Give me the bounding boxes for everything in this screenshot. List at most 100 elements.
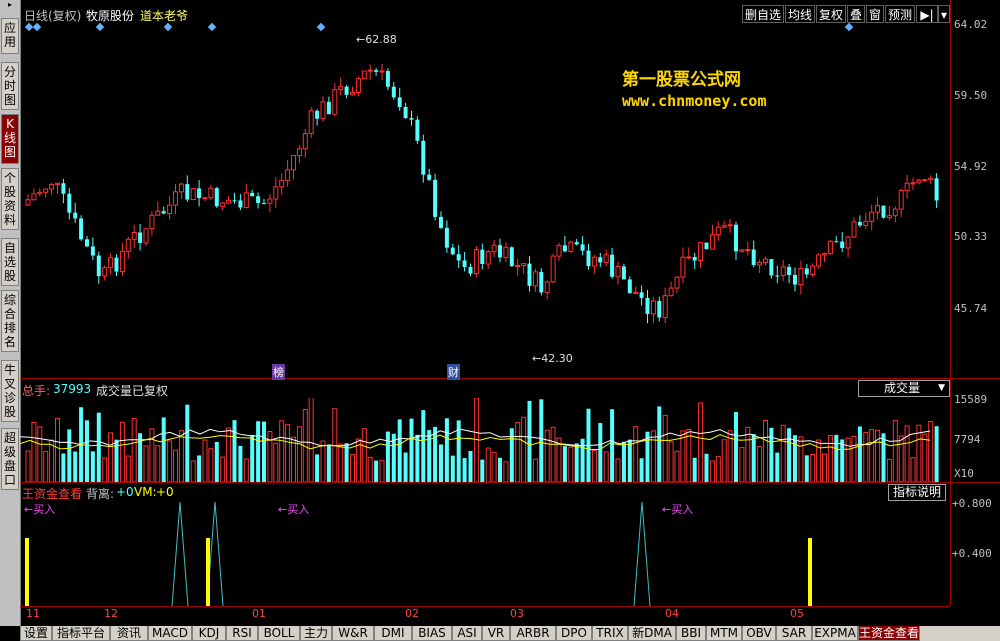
volume-bar [462,458,467,482]
indicator-tab[interactable]: DMI [374,626,412,641]
indicator-tab[interactable]: TRIX [592,626,628,641]
volume-bar [397,419,402,482]
low-price-annotation: ←42.30 [532,352,573,365]
volume-indicator-select[interactable]: 成交量 ▼ [858,380,950,397]
candle-body [267,198,273,204]
time-axis-label: 03 [510,607,524,620]
volume-bar [61,453,66,482]
candle-body [509,247,514,267]
indicator-tab[interactable]: OBV [742,626,776,641]
price-axis-label: 59.50 [954,89,988,102]
candle-body [409,118,414,120]
candle-body [739,249,745,252]
indicator-chart[interactable] [20,500,950,606]
candle-body [734,224,738,252]
indicator-tab[interactable]: ARBR [510,626,556,641]
candle-body [709,234,715,250]
window-button[interactable]: 窗 [866,5,884,23]
indicator-tab[interactable]: 主力 [300,626,332,641]
chevron-down-icon[interactable]: ▼ [938,381,945,396]
volume-bar [515,422,521,482]
candle-body [344,86,349,95]
volume-bar [639,458,644,482]
indicator-help-button[interactable]: 指标说明 [888,484,946,501]
candle-body [615,265,621,278]
candle-body [202,197,208,200]
volume-bar [521,416,527,482]
indicator-tab[interactable]: RSI [226,626,258,641]
indicator-tab[interactable]: 王资金查看 [858,626,920,641]
chevron-down-icon[interactable]: ▾ [938,5,950,23]
indicator-tab[interactable]: BBI [676,626,706,641]
sidebar-tab-ranking[interactable]: 综合排名 [1,290,19,352]
candle-body [515,265,521,268]
indicator-tab[interactable]: KDJ [192,626,226,641]
candle-body [108,257,114,269]
volume-bar [763,419,768,482]
indicator-tab[interactable]: 资讯 [110,626,148,641]
indicator-tab[interactable]: EXPMA [812,626,858,641]
sidebar-toggle-arrow[interactable]: ▸ [0,0,20,10]
overlay-button[interactable]: 叠 [847,5,865,23]
volume-bar [427,430,432,482]
volume-bar [698,402,704,482]
volume-value: 37993 [53,382,92,396]
candlestick-chart[interactable] [20,30,950,378]
candle-body [149,214,155,230]
finance-badge[interactable]: 财 [447,364,460,380]
volume-bar [591,450,597,482]
indicator-tab[interactable]: 设置 [20,626,52,641]
sidebar-tab-timeshare[interactable]: 分时图 [1,62,19,110]
sidebar-tab-kline[interactable]: K线图 [1,114,19,164]
indicator-tab[interactable]: SAR [776,626,812,641]
volume-bar [904,425,910,482]
indicator-tab[interactable]: W&R [332,626,374,641]
volume-bar [433,426,438,482]
volume-bar [662,414,668,482]
volume-bar [527,400,532,482]
time-axis-label: 11 [26,607,40,620]
moving-average-button[interactable]: 均线 [785,5,815,23]
volume-bar [934,426,939,482]
restore-rights-button[interactable]: 复权 [816,5,846,23]
candle-body [273,186,279,200]
volume-bar [657,406,662,482]
indicator-tab[interactable]: 新DMA [628,626,676,641]
indicator-tab[interactable]: MTM [706,626,742,641]
ranking-badge[interactable]: 榜 [272,364,285,380]
candle-body [262,203,266,205]
indicator-tab[interactable]: VR [482,626,510,641]
volume-bar [715,456,721,482]
time-axis-label: 04 [665,607,679,620]
sidebar-tab-super-panel[interactable]: 超级盘口 [1,428,19,490]
candle-body [491,244,497,253]
volume-bar [379,460,385,482]
period-label[interactable]: 日线(复权) [24,7,81,24]
forecast-button[interactable]: 预测 [885,5,915,23]
volume-bar [291,436,296,482]
volume-bar [532,458,538,482]
volume-bar [197,455,202,482]
volume-chart[interactable] [20,398,950,482]
indicator-tab[interactable]: ASI [452,626,482,641]
volume-bar [827,434,833,482]
volume-bar [256,421,261,482]
sidebar-tab-diagnosis[interactable]: 牛叉诊股 [1,360,19,422]
volume-bar [886,458,892,482]
volume-axis-label: 15589 [954,393,988,406]
delete-watchlist-button[interactable]: 删自选 [742,5,784,23]
sidebar-tab-watchlist[interactable]: 自选股 [1,238,19,286]
volume-bar [415,434,420,482]
candle-body [73,212,78,219]
candle-body [674,276,680,289]
indicator-tab[interactable]: BIAS [412,626,452,641]
indicator-tab[interactable]: BOLL [258,626,300,641]
sidebar-tab-apps[interactable]: 应用 [1,18,19,54]
indicator-tab[interactable]: DPO [556,626,592,641]
volume-bar [49,439,55,482]
candle-body [822,253,827,256]
indicator-tab[interactable]: MACD [148,626,192,641]
indicator-tab[interactable]: 指标平台 [52,626,110,641]
play-icon[interactable]: ▶| [916,5,938,23]
sidebar-tab-stock-profile[interactable]: 个股资料 [1,168,19,230]
